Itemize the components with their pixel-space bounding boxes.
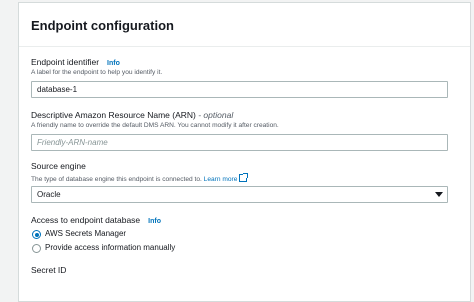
learn-more-text: Learn more (203, 176, 238, 183)
source-engine-select[interactable]: Oracle (31, 186, 448, 203)
arn-label: Descriptive Amazon Resource Name (ARN) -… (31, 110, 233, 120)
arn-label-text: Descriptive Amazon Resource Name (ARN) (31, 110, 196, 120)
source-engine-selected-value: Oracle (37, 190, 61, 199)
endpoint-identifier-label: Endpoint identifier Info (31, 57, 120, 67)
secret-id-label: Secret ID (31, 265, 67, 275)
arn-input[interactable]: Friendly-ARN-name (31, 134, 448, 151)
endpoint-identifier-info-link[interactable]: Info (107, 60, 120, 67)
source-engine-description: The type of database engine this endpoin… (31, 173, 249, 183)
arn-optional-text: - optional (198, 110, 234, 120)
radio-manual-access[interactable] (32, 244, 41, 253)
access-info-link[interactable]: Info (148, 218, 161, 225)
source-engine-description-text: The type of database engine this endpoin… (31, 176, 202, 183)
radio-secrets-manager-label[interactable]: AWS Secrets Manager (45, 229, 126, 238)
learn-more-link[interactable]: Learn more (203, 173, 249, 183)
endpoint-identifier-value: database-1 (37, 85, 78, 94)
external-link-icon (239, 173, 249, 182)
radio-secrets-manager[interactable] (32, 230, 41, 239)
endpoint-identifier-description: A label for the endpoint to help you ide… (31, 69, 163, 76)
source-engine-label: Source engine (31, 161, 86, 171)
panel-title: Endpoint configuration (19, 3, 470, 47)
radio-manual-access-label[interactable]: Provide access information manually (45, 243, 175, 252)
arn-description: A friendly name to override the default … (31, 122, 279, 129)
endpoint-configuration-panel: Endpoint configuration Endpoint identifi… (18, 2, 471, 302)
access-label: Access to endpoint database Info (31, 215, 161, 225)
arn-placeholder: Friendly-ARN-name (37, 138, 108, 147)
endpoint-identifier-label-text: Endpoint identifier (31, 57, 100, 67)
access-label-text: Access to endpoint database (31, 215, 141, 225)
caret-down-icon (435, 192, 443, 197)
endpoint-identifier-input[interactable]: database-1 (31, 81, 448, 98)
